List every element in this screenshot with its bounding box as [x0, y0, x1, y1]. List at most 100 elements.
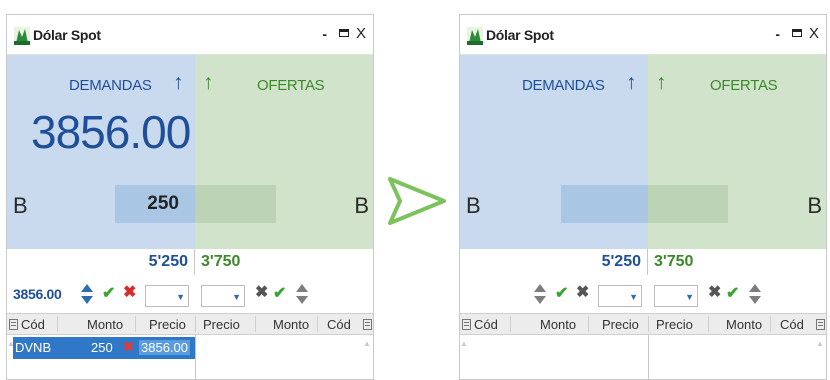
- column-separator: [255, 316, 256, 332]
- demand-up-arrow-icon[interactable]: ↑: [173, 71, 184, 95]
- scroll-up-icon[interactable]: ▲: [460, 339, 468, 348]
- column-chooser-icon[interactable]: [363, 319, 372, 330]
- scroll-up-icon[interactable]: ▲: [816, 339, 824, 348]
- side-label-left: B: [466, 193, 481, 218]
- cancel-order-icon[interactable]: ✖: [123, 339, 134, 355]
- order-code: DVNB: [15, 340, 52, 355]
- minimize-button[interactable]: -: [775, 25, 780, 43]
- demand-up-arrow-icon[interactable]: ↑: [626, 71, 637, 95]
- column-divider: [648, 335, 649, 379]
- demand-quantity-bar: [561, 185, 648, 223]
- sell-price-stepper-icon[interactable]: [295, 283, 309, 305]
- offer-up-arrow-icon[interactable]: ↑: [656, 71, 667, 95]
- orders-table-header: Cód Monto Precio Precio Monto Cód: [7, 313, 373, 335]
- demand-label: DEMANDAS: [69, 77, 152, 94]
- column-divider: [195, 335, 196, 379]
- side-label-right: B: [807, 193, 822, 218]
- offer-quantity-bar: [648, 185, 728, 223]
- column-header-precio[interactable]: Precio: [602, 317, 639, 332]
- demand-total: 5'250: [601, 253, 641, 270]
- column-separator: [588, 316, 589, 332]
- minimize-button[interactable]: -: [322, 25, 327, 43]
- column-separator: [510, 316, 511, 332]
- demand-total: 5'250: [148, 253, 188, 270]
- maximize-button[interactable]: [792, 29, 802, 37]
- demand-total-cell: 5'250: [460, 249, 648, 275]
- column-chooser-icon[interactable]: [9, 319, 18, 330]
- sell-quantity-dropdown[interactable]: ▼: [201, 285, 245, 307]
- close-button[interactable]: X: [809, 25, 819, 43]
- column-header-monto-offer[interactable]: Monto: [273, 317, 309, 332]
- offer-total: 3'750: [201, 253, 241, 270]
- column-separator: [57, 316, 58, 332]
- title-bar: Dólar Spot - X: [460, 15, 826, 55]
- column-separator: [648, 316, 649, 332]
- window-title: Dólar Spot: [486, 27, 554, 43]
- offer-label: OFERTAS: [710, 77, 778, 94]
- price-stepper-icon[interactable]: [80, 283, 94, 305]
- scroll-up-icon[interactable]: ▲: [363, 339, 371, 348]
- orders-table-body: ▲ DVNB 250 ✖ 3856.00 ▲: [7, 335, 373, 379]
- order-amount: 250: [91, 340, 113, 355]
- column-separator: [135, 316, 136, 332]
- order-entry-row: 3856.00 ✔ ✖ ▼ ▼ ✖ ✔: [7, 277, 373, 311]
- column-chooser-icon[interactable]: [816, 319, 825, 330]
- order-entry-row: ✔ ✖ ▼ ▼ ✖ ✔: [460, 277, 826, 311]
- column-separator: [770, 316, 771, 332]
- transition-arrow-icon: [388, 177, 446, 225]
- orders-table-header: Cód Monto Precio Precio Monto Cód: [460, 313, 826, 335]
- offer-label: OFERTAS: [257, 77, 325, 94]
- confirm-buy-check-icon[interactable]: ✔: [102, 286, 115, 302]
- column-header-cod[interactable]: Cód: [474, 317, 498, 332]
- dolar-spot-window-before: Dólar Spot - X DEMANDAS ↑ ↑ OFERTAS 3856…: [6, 14, 374, 380]
- column-chooser-icon[interactable]: [462, 319, 471, 330]
- column-header-monto[interactable]: Monto: [540, 317, 576, 332]
- price-input[interactable]: 3856.00: [13, 286, 62, 302]
- column-separator: [195, 316, 196, 332]
- demand-label: DEMANDAS: [522, 77, 605, 94]
- cancel-sell-cross-icon[interactable]: ✖: [255, 285, 268, 301]
- chevron-down-icon: ▼: [685, 292, 694, 302]
- buy-quantity-dropdown[interactable]: ▼: [598, 285, 642, 307]
- sell-price-stepper-icon[interactable]: [748, 283, 762, 305]
- offer-total: 3'750: [654, 253, 694, 270]
- app-logo-icon: [467, 27, 483, 45]
- close-button[interactable]: X: [356, 25, 366, 43]
- column-header-cod-offer[interactable]: Cód: [327, 317, 351, 332]
- column-header-monto[interactable]: Monto: [87, 317, 123, 332]
- column-header-precio-offer[interactable]: Precio: [656, 317, 693, 332]
- demand-total-cell: 5'250: [7, 249, 195, 275]
- best-bid-price: 3856.00: [31, 106, 191, 158]
- column-separator: [708, 316, 709, 332]
- sell-quantity-dropdown[interactable]: ▼: [654, 285, 698, 307]
- cancel-buy-cross-icon[interactable]: ✖: [123, 285, 136, 301]
- order-price: 3856.00: [139, 340, 190, 355]
- confirm-buy-check-icon[interactable]: ✔: [555, 286, 568, 302]
- buy-quantity-dropdown[interactable]: ▼: [145, 285, 189, 307]
- window-title: Dólar Spot: [33, 27, 101, 43]
- dolar-spot-window-after: Dólar Spot - X DEMANDAS ↑ ↑ OFERTAS B B …: [459, 14, 827, 380]
- column-header-precio[interactable]: Precio: [149, 317, 186, 332]
- side-label-left: B: [13, 193, 28, 218]
- price-stepper-icon[interactable]: [533, 283, 547, 305]
- confirm-sell-check-icon[interactable]: ✔: [726, 286, 739, 302]
- orders-table-body: ▲ ▲: [460, 335, 826, 379]
- confirm-sell-check-icon[interactable]: ✔: [273, 286, 286, 302]
- chevron-down-icon: ▼: [176, 292, 185, 302]
- table-row[interactable]: DVNB 250 ✖ 3856.00: [13, 337, 195, 359]
- column-header-monto-offer[interactable]: Monto: [726, 317, 762, 332]
- app-logo-icon: [14, 27, 30, 45]
- column-separator: [317, 316, 318, 332]
- offer-up-arrow-icon[interactable]: ↑: [203, 71, 214, 95]
- maximize-button[interactable]: [339, 29, 349, 37]
- offer-quantity-bar: [195, 185, 276, 223]
- chevron-down-icon: ▼: [629, 292, 638, 302]
- column-header-precio-offer[interactable]: Precio: [203, 317, 240, 332]
- cancel-sell-cross-icon[interactable]: ✖: [708, 285, 721, 301]
- cancel-buy-cross-icon[interactable]: ✖: [576, 285, 589, 301]
- column-header-cod[interactable]: Cód: [21, 317, 45, 332]
- side-label-right: B: [354, 193, 369, 218]
- demand-quantity: 250: [147, 193, 179, 214]
- title-bar: Dólar Spot - X: [7, 15, 373, 55]
- column-header-cod-offer[interactable]: Cód: [780, 317, 804, 332]
